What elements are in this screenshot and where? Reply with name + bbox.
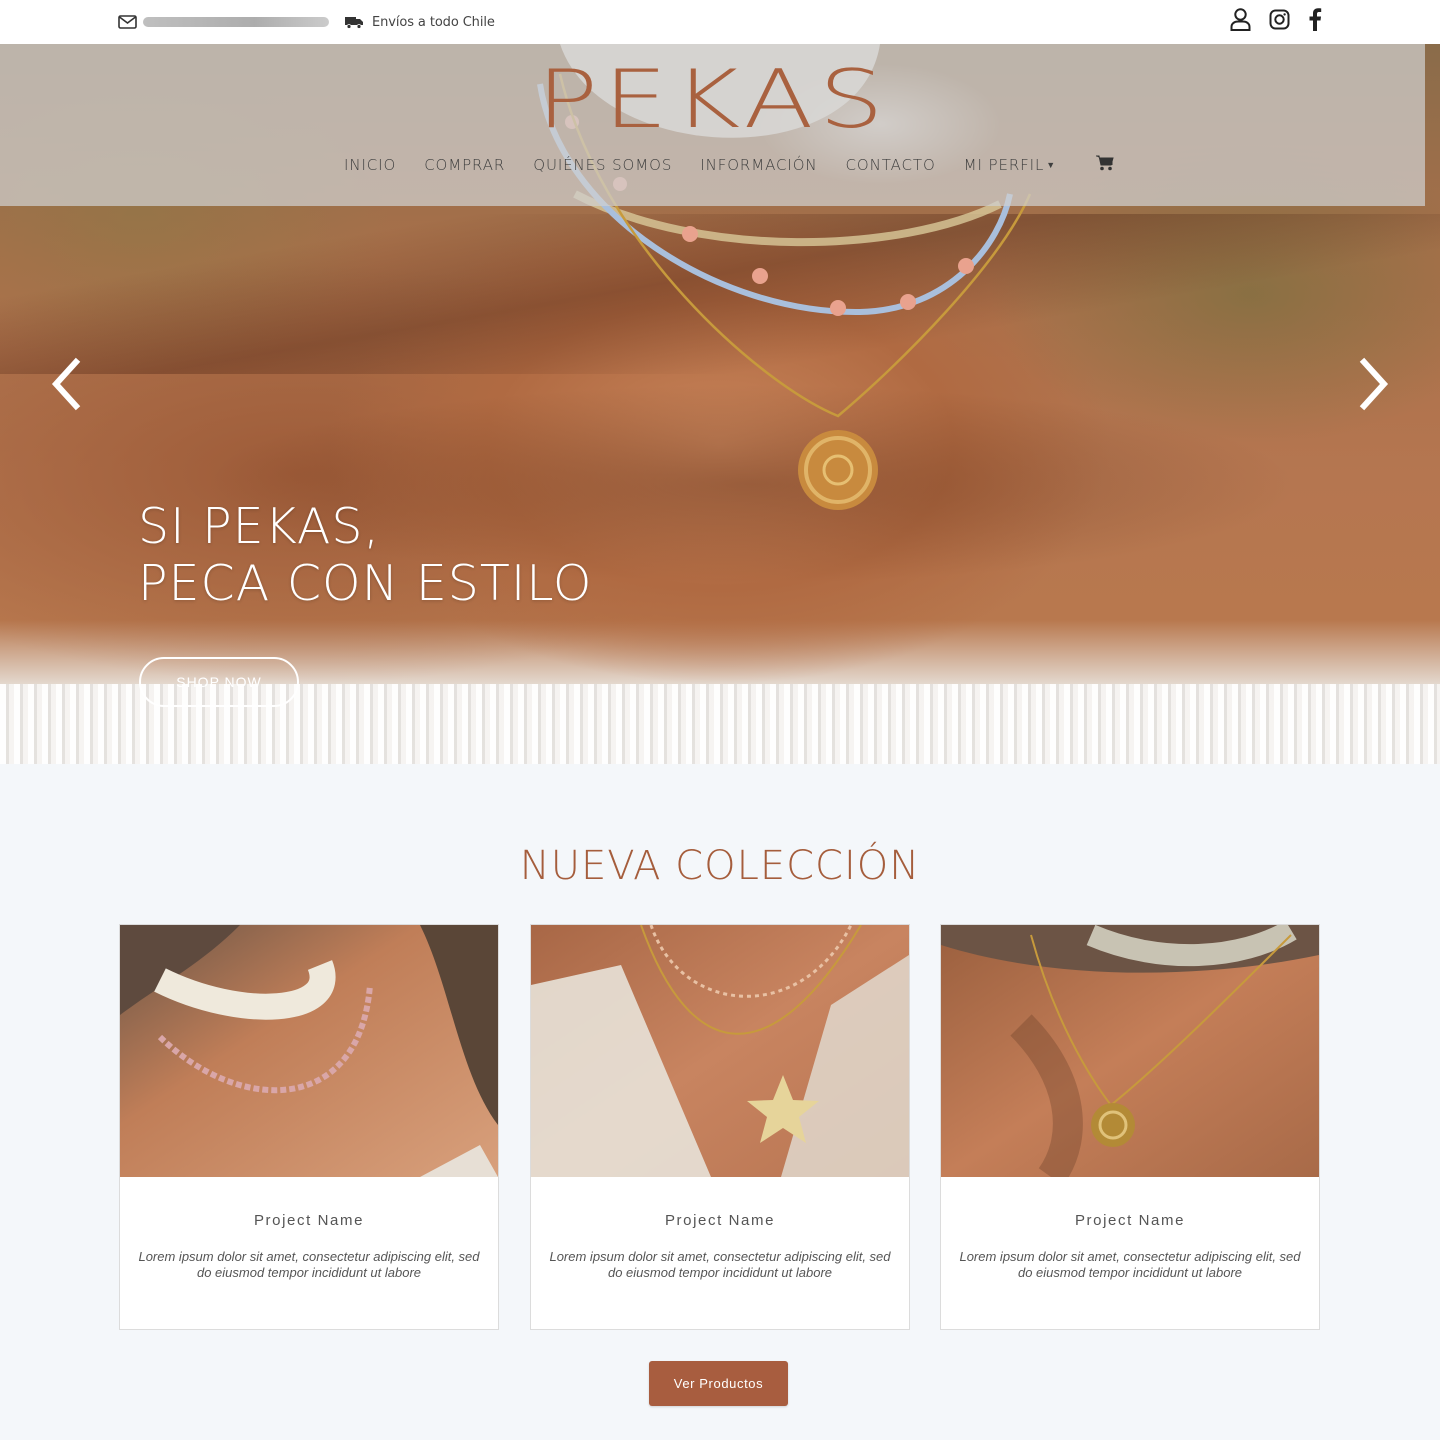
facebook-icon[interactable] bbox=[1308, 8, 1322, 36]
truck-icon bbox=[345, 15, 363, 29]
product-image[interactable] bbox=[941, 925, 1319, 1177]
product-image[interactable] bbox=[531, 925, 909, 1177]
user-icon[interactable] bbox=[1230, 8, 1251, 36]
hero-title-line2: PECA CON ESTILO bbox=[138, 555, 593, 612]
carousel-next-arrow-icon[interactable] bbox=[1354, 354, 1394, 414]
nav-item-inicio[interactable]: INICIO bbox=[344, 156, 396, 174]
nav-item-comprar[interactable]: COMPRAR bbox=[424, 156, 505, 174]
product-card[interactable]: Project Name Lorem ipsum dolor sit amet,… bbox=[940, 924, 1320, 1330]
product-description: Lorem ipsum dolor sit amet, consectetur … bbox=[549, 1249, 891, 1280]
header-overlay: PEKAS INICIO COMPRAR QUIÉNES SOMOS INFOR… bbox=[0, 44, 1425, 206]
top-bar: Envíos a todo Chile bbox=[0, 0, 1440, 44]
logo[interactable]: PEKAS bbox=[0, 58, 1440, 142]
hero-carousel: PEKAS INICIO COMPRAR QUIÉNES SOMOS INFOR… bbox=[0, 44, 1440, 764]
nav-item-contacto[interactable]: CONTACTO bbox=[846, 156, 936, 174]
cart-icon[interactable] bbox=[1096, 155, 1114, 176]
product-description: Lorem ipsum dolor sit amet, consectetur … bbox=[959, 1249, 1301, 1280]
carousel-prev-arrow-icon[interactable] bbox=[46, 354, 86, 414]
shop-now-button[interactable]: SHOP NOW bbox=[139, 657, 299, 707]
email-redacted bbox=[143, 17, 329, 27]
hero-title-line1: SI PEKAS, bbox=[138, 498, 381, 555]
nav-item-mi-perfil-label: MI PERFIL bbox=[963, 156, 1045, 174]
product-image[interactable] bbox=[120, 925, 498, 1177]
instagram-icon[interactable] bbox=[1269, 9, 1290, 35]
caret-down-icon: ▼ bbox=[1046, 161, 1057, 171]
product-description: Lorem ipsum dolor sit amet, consectetur … bbox=[138, 1249, 480, 1280]
mail-icon bbox=[118, 15, 137, 29]
product-name: Project Name bbox=[664, 1212, 776, 1229]
collection-title: NUEVA COLECCIÓN bbox=[519, 843, 921, 889]
product-name: Project Name bbox=[253, 1212, 365, 1229]
main-nav: INICIO COMPRAR QUIÉNES SOMOS INFORMACIÓN… bbox=[344, 155, 1114, 175]
shipping-text: Envíos a todo Chile bbox=[372, 14, 495, 30]
product-card[interactable]: Project Name Lorem ipsum dolor sit amet,… bbox=[530, 924, 910, 1330]
nav-item-informacion[interactable]: INFORMACIÓN bbox=[700, 156, 817, 174]
ver-productos-button[interactable]: Ver Productos bbox=[649, 1361, 788, 1406]
nav-item-mi-perfil[interactable]: MI PERFIL ▼ bbox=[964, 156, 1056, 174]
nav-item-quienes-somos[interactable]: QUIÉNES SOMOS bbox=[533, 156, 672, 174]
product-name: Project Name bbox=[1074, 1212, 1186, 1229]
product-card[interactable]: Project Name Lorem ipsum dolor sit amet,… bbox=[119, 924, 499, 1330]
hero-title: SI PEKAS, PECA CON ESTILO bbox=[138, 498, 592, 612]
